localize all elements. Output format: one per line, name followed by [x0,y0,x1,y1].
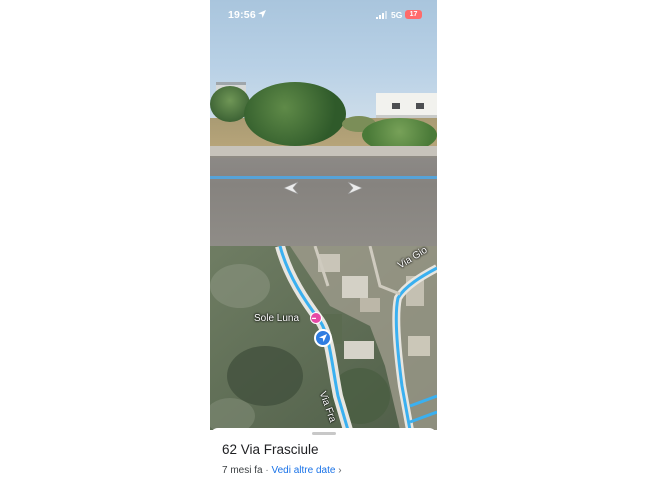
location-arrow-icon [258,10,266,18]
poi-label[interactable]: Sole Luna [254,313,299,324]
street-view-path-line [210,176,437,179]
separator: · [265,465,269,476]
phone-screen: 19:56 5G 17 Via Gio Via Fra Sole Luna ▬ … [210,0,437,492]
network-type: 5G [391,10,403,20]
more-dates-link[interactable]: Vedi altre date [271,465,335,476]
capture-date-row: 7 mesi fa · Vedi altre date › [222,465,342,476]
signal-icon [376,11,387,19]
navigation-arrow-icon [319,334,327,342]
window [416,103,424,109]
status-bar: 19:56 5G 17 [210,0,437,28]
arrow-right-icon[interactable] [346,181,364,195]
arrow-left-icon[interactable] [282,181,300,195]
hotel-pin-icon[interactable]: ▬ [310,312,322,324]
address-title: 62 Via Frasciule [222,442,319,457]
chevron-right-icon[interactable]: › [338,465,341,476]
sidewalk-curb [210,146,437,158]
clock: 19:56 [228,9,256,21]
battery-icon: 17 [405,10,422,19]
road [210,158,437,246]
window [392,103,400,109]
bush [244,82,346,146]
street-view-panel[interactable]: 19:56 5G 17 [210,0,437,246]
bottom-sheet[interactable]: 62 Via Frasciule 7 mesi fa · Vedi altre … [210,428,437,492]
capture-date: 7 mesi fa [222,465,263,476]
current-location-marker[interactable] [314,329,332,347]
sheet-drag-handle[interactable] [312,432,336,435]
